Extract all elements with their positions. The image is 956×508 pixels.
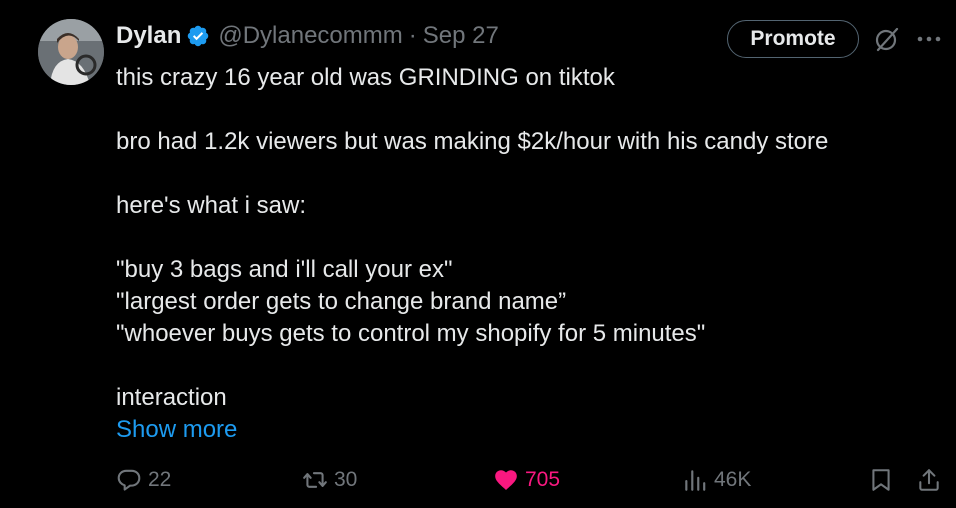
like-count: 705 xyxy=(525,468,561,491)
separator-dot: · xyxy=(408,22,417,49)
tweet: Dylan @Dylanecommm · Sep 27 Promote this… xyxy=(0,0,956,508)
bookmark-icon xyxy=(872,469,890,491)
tweet-line: "buy 3 bags and i'll call your ex" xyxy=(116,256,453,283)
tweet-header: Dylan @Dylanecommm · Sep 27 xyxy=(116,18,499,54)
view-count: 46K xyxy=(714,468,752,491)
like-button[interactable]: 705 xyxy=(493,464,560,496)
verified-badge-icon xyxy=(188,25,209,47)
reply-button[interactable]: 22 xyxy=(116,464,171,496)
more-options-icon[interactable] xyxy=(914,26,944,52)
tweet-line: here's what i saw: xyxy=(116,192,306,219)
tweet-text: this crazy 16 year old was GRINDING on t… xyxy=(116,62,936,446)
author-name[interactable]: Dylan xyxy=(116,22,181,50)
share-button[interactable] xyxy=(916,464,942,496)
avatar-photo xyxy=(38,19,104,85)
heart-filled-icon xyxy=(495,470,517,490)
share-icon xyxy=(919,469,939,491)
tweet-line: "whoever buys gets to control my shopify… xyxy=(116,320,706,347)
reply-count: 22 xyxy=(148,468,172,491)
tweet-line: this crazy 16 year old was GRINDING on t… xyxy=(116,64,615,91)
repost-icon xyxy=(303,472,327,488)
tweet-line: "largest order gets to change brand name… xyxy=(116,288,567,315)
grok-icon[interactable] xyxy=(872,24,902,54)
promote-button[interactable]: Promote xyxy=(727,20,859,58)
tweet-line: interaction xyxy=(116,384,227,411)
reply-icon xyxy=(117,469,141,491)
views-button[interactable]: 46K xyxy=(682,464,751,496)
avatar[interactable] xyxy=(38,19,104,85)
repost-button[interactable]: 30 xyxy=(302,464,357,496)
analytics-icon xyxy=(685,470,706,491)
post-date[interactable]: Sep 27 xyxy=(423,22,499,50)
repost-count: 30 xyxy=(334,468,358,491)
author-handle[interactable]: @Dylanecommm xyxy=(218,22,402,50)
bookmark-button[interactable] xyxy=(868,464,894,496)
tweet-line: bro had 1.2k viewers but was making $2k/… xyxy=(116,128,829,155)
show-more-link[interactable]: Show more xyxy=(116,414,936,446)
action-bar: 22 30 705 46K xyxy=(0,464,956,496)
